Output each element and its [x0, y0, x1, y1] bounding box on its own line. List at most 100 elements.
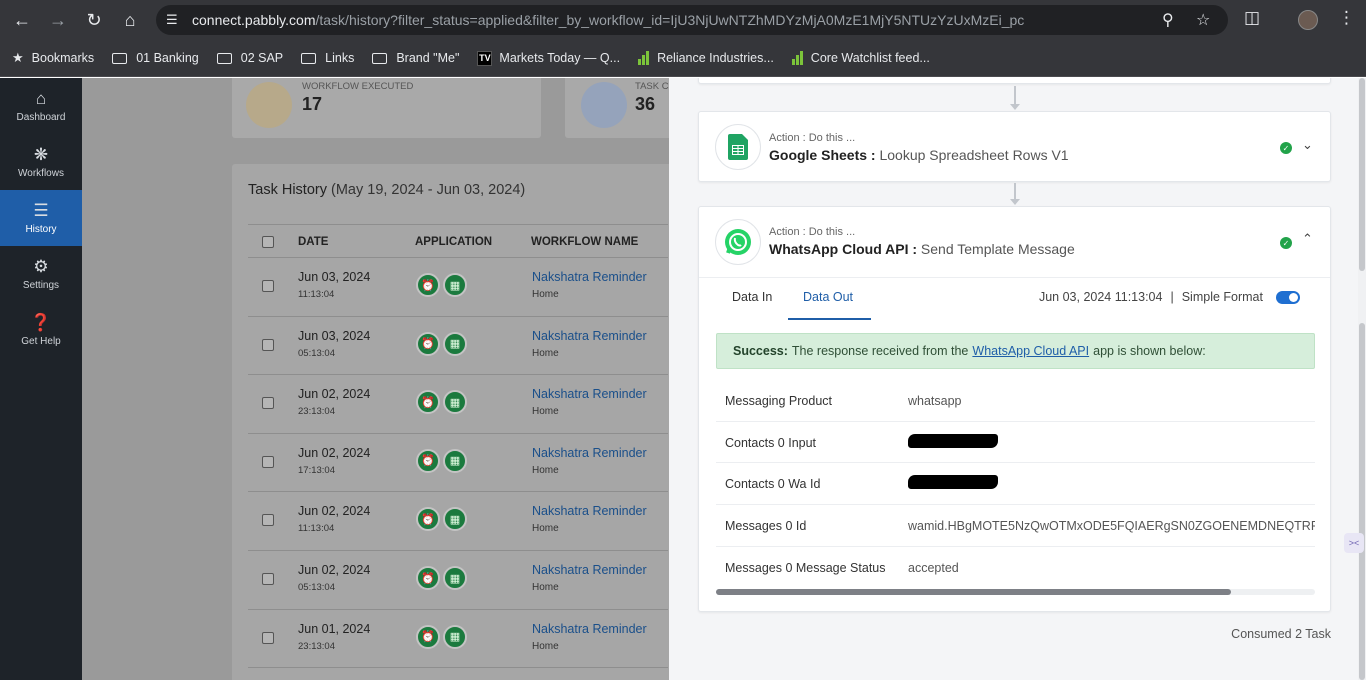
data-out-field: Messages 0 Id wamid.HBgMOTE5NzQwOTMxODE5F… — [716, 505, 1315, 547]
success-alert: Success: The response received from the Wh… — [716, 333, 1315, 369]
tab-data-in[interactable]: Data In — [732, 290, 772, 304]
google-sheets-icon: ▦ — [443, 448, 467, 473]
workflow-name-link[interactable]: Nakshatra Reminder — [532, 329, 647, 343]
step-connector — [1014, 86, 1016, 104]
field-key: Contacts 0 Wa Id — [725, 477, 821, 492]
menu-kebab-icon[interactable]: ⋮ — [1338, 8, 1355, 28]
sidebar-item-workflows[interactable]: ❋ Workflows — [0, 134, 82, 190]
row-applications: ⏰ ▦ — [416, 507, 467, 532]
whatsapp-cloud-api-link[interactable]: WhatsApp Cloud API — [972, 344, 1089, 358]
simple-format-toggle[interactable] — [1276, 290, 1300, 304]
table-row[interactable]: Jun 01, 2024 23:13:04 ⏰ ▦ Nakshatra Reminder… — [248, 610, 668, 669]
chevron-up-icon[interactable]: ⌃ — [1302, 231, 1313, 247]
workflow-name-link[interactable]: Nakshatra Reminder — [532, 504, 647, 518]
consumed-tasks-text: Consumed 2 Task — [1231, 627, 1331, 641]
sidebar-item-get-help[interactable]: ❓ Get Help — [0, 302, 82, 358]
table-row[interactable]: Jun 02, 2024 17:13:04 ⏰ ▦ Nakshatra Reminder… — [248, 434, 668, 493]
sidebar-item-dashboard[interactable]: ⌂ Dashboard — [0, 78, 82, 134]
bookmark-item[interactable]: 02 SAP — [216, 51, 283, 65]
bookmark-item[interactable]: TV Markets Today — Q... — [477, 50, 620, 66]
connector-arrow-icon — [1010, 199, 1020, 205]
row-checkbox[interactable] — [262, 338, 274, 351]
scrollbar-thumb[interactable] — [716, 589, 1231, 595]
forward-icon[interactable]: → — [40, 2, 76, 38]
table-row[interactable]: Jun 02, 2024 11:13:04 ⏰ ▦ Nakshatra Reminder… — [248, 492, 668, 551]
redacted-value — [908, 433, 998, 448]
profile-avatar[interactable] — [1298, 10, 1318, 30]
data-out-field: Messages 0 Message Status accepted — [716, 547, 1315, 589]
folder-icon — [216, 52, 232, 64]
floating-widget-icon[interactable]: >< — [1344, 533, 1364, 553]
bookmark-item[interactable]: Reliance Industries... — [638, 51, 774, 65]
workflow-app-icon: ⏰ — [416, 448, 440, 473]
google-sheets-icon: ▦ — [443, 390, 467, 415]
field-value: accepted — [908, 560, 959, 575]
step-action-label: Action : Do this ... — [769, 132, 856, 144]
google-sheets-icon: ▦ — [443, 331, 467, 356]
success-check-icon: ✓ — [1280, 142, 1292, 154]
back-icon[interactable]: ← — [4, 2, 40, 38]
workflow-name-link[interactable]: Nakshatra Reminder — [532, 446, 647, 460]
home-icon[interactable]: ⌂ — [112, 2, 148, 38]
tab-data-out[interactable]: Data Out — [803, 290, 853, 304]
app-area: ⌂ Dashboard ❋ Workflows ☰ History ⚙ Settings… — [0, 78, 1366, 680]
step-title: WhatsApp Cloud API : Send Template Messa… — [769, 241, 1075, 257]
row-checkbox[interactable] — [262, 514, 274, 527]
row-checkbox[interactable] — [262, 280, 274, 292]
column-workflow-name: WORKFLOW NAME — [531, 236, 639, 248]
folder-icon — [372, 52, 388, 64]
task-detail-panel: Action : Do this ... Google Sheets : Loo… — [669, 78, 1366, 680]
field-value: whatsapp — [908, 394, 962, 408]
extensions-icon[interactable]: ◫ — [1244, 8, 1260, 28]
whatsapp-icon — [715, 219, 761, 265]
table-row[interactable]: Jun 03, 2024 11:13:04 ⏰ ▦ Nakshatra Reminder… — [248, 258, 668, 317]
row-time: 11:13:04 — [298, 523, 335, 535]
bookmark-item[interactable]: Core Watchlist feed... — [791, 51, 930, 65]
workflow-folder: Home — [532, 582, 559, 593]
workflow-folder: Home — [532, 464, 559, 476]
workflow-name-link[interactable]: Nakshatra Reminder — [532, 622, 647, 636]
data-out-field: Contacts 0 Input — [716, 422, 1315, 464]
connector-arrow-icon — [1010, 104, 1020, 110]
step-card-whatsapp: Action : Do this ... WhatsApp Cloud API … — [698, 206, 1331, 612]
row-date: Jun 02, 2024 — [298, 387, 371, 402]
row-checkbox[interactable] — [262, 455, 274, 468]
select-all-checkbox[interactable] — [262, 236, 274, 248]
workflow-name-link[interactable]: Nakshatra Reminder — [532, 387, 647, 401]
bookmark-item[interactable]: Brand "Me" — [372, 51, 459, 65]
bookmark-item[interactable]: Links — [301, 51, 354, 65]
chevron-down-icon[interactable]: ⌄ — [1302, 137, 1313, 153]
sidebar-item-label: Dashboard — [16, 112, 66, 123]
home-icon: ⌂ — [35, 89, 47, 108]
stat-label: WORKFLOW EXECUTED — [302, 81, 414, 92]
workflow-name-link[interactable]: Nakshatra Reminder — [532, 563, 647, 577]
simple-format-label: Simple Format — [1181, 290, 1263, 304]
bookmark-star-icon[interactable]: ☆ — [1196, 10, 1210, 30]
sidebar-item-history[interactable]: ☰ History — [0, 190, 82, 246]
table-row[interactable]: Jun 03, 2024 05:13:04 ⏰ ▦ Nakshatra Reminder… — [248, 317, 668, 376]
row-checkbox[interactable] — [262, 631, 274, 644]
horizontal-scrollbar[interactable] — [716, 589, 1315, 595]
workflow-name-link[interactable]: Nakshatra Reminder — [532, 270, 647, 284]
redacted-value — [908, 475, 998, 490]
sidebar-item-settings[interactable]: ⚙ Settings — [0, 246, 82, 302]
site-settings-icon[interactable]: ☰ — [166, 12, 178, 28]
row-checkbox[interactable] — [262, 397, 274, 410]
table-row[interactable]: Jun 02, 2024 05:13:04 ⏰ ▦ Nakshatra Reminder… — [248, 551, 668, 610]
reload-icon[interactable]: ↻ — [76, 2, 112, 38]
step-card-google-sheets[interactable]: Action : Do this ... Google Sheets : Loo… — [698, 111, 1331, 182]
stat-workflow-executed: WORKFLOW EXECUTED 17 — [232, 78, 541, 138]
url-text: connect.pabbly.com/task/history?filter_s… — [192, 12, 1025, 28]
history-icon: ☰ — [33, 201, 49, 220]
bookmark-item[interactable]: 01 Banking — [112, 51, 199, 65]
zoom-icon[interactable]: ⚲ — [1162, 10, 1174, 30]
star-icon: ★ — [12, 50, 24, 65]
row-checkbox[interactable] — [262, 573, 274, 585]
vertical-scrollbar[interactable] — [1358, 78, 1366, 680]
row-date: Jun 02, 2024 — [298, 563, 371, 577]
row-applications: ⏰ ▦ — [416, 566, 467, 590]
stat-value: 36 — [635, 94, 656, 114]
table-row[interactable]: Jun 02, 2024 23:13:04 ⏰ ▦ Nakshatra Reminder… — [248, 375, 668, 434]
address-bar[interactable]: ☰ connect.pabbly.com/task/history?filter… — [156, 5, 1228, 35]
bookmark-item[interactable]: ★ Bookmarks — [12, 50, 94, 66]
